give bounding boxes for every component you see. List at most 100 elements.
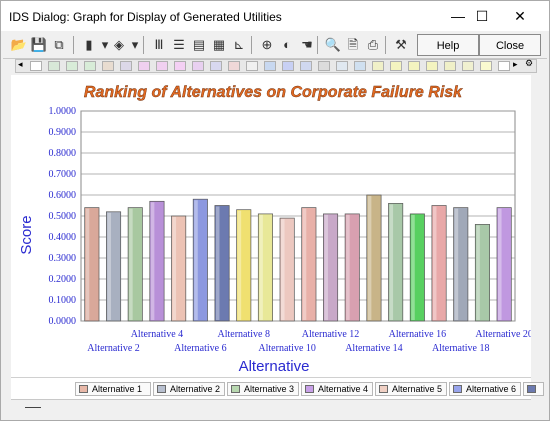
bar-highlight	[85, 208, 90, 320]
color-swatch[interactable]	[30, 61, 42, 71]
color-swatch[interactable]	[138, 61, 150, 71]
y-tick-label: 0.0000	[49, 316, 77, 327]
legend-swatch	[453, 385, 462, 393]
color-swatch[interactable]	[156, 61, 168, 71]
color-swatch[interactable]	[462, 61, 474, 71]
color-swatch[interactable]	[354, 61, 366, 71]
bar-highlight	[194, 200, 198, 320]
color-swatch[interactable]	[66, 61, 78, 71]
color-swatch[interactable]	[318, 61, 330, 71]
color-swatch[interactable]	[228, 61, 240, 71]
x-tick-label: Alternative 18	[432, 343, 489, 354]
axis-icon[interactable]: ⊾	[229, 35, 249, 55]
color-swatch[interactable]	[426, 61, 438, 71]
scroll-left-icon[interactable]: ◂	[18, 59, 23, 70]
bar-highlight	[280, 219, 285, 320]
color-swatch[interactable]	[300, 61, 312, 71]
y-tick-label: 0.9000	[49, 127, 77, 138]
color-swatch[interactable]	[372, 61, 384, 71]
color-swatch[interactable]	[120, 61, 132, 71]
chart-title: Ranking of Alternatives on Corporate Fai…	[84, 84, 463, 101]
chevron-down-icon[interactable]: ▾	[125, 35, 145, 55]
y-tick-label: 0.8000	[49, 148, 77, 159]
palette-settings-icon[interactable]: ⚙	[525, 58, 533, 69]
color-swatch[interactable]	[246, 61, 258, 71]
legend-swatch	[157, 385, 166, 393]
color-swatch[interactable]	[282, 61, 294, 71]
legend: Alternative 1 Alternative 2 Alternative 3 A…	[11, 377, 544, 400]
open-icon[interactable]: 📂	[9, 35, 29, 55]
legend-label: Alternative 3	[244, 384, 295, 394]
bar-highlight	[215, 206, 220, 320]
binoculars-icon[interactable]: ⊕	[257, 35, 277, 55]
legend-swatch	[79, 385, 88, 393]
legend-swatch	[379, 385, 388, 393]
color-swatch[interactable]	[210, 61, 222, 71]
bar-highlight	[107, 212, 111, 320]
close-button[interactable]: Close	[479, 34, 541, 56]
color-swatch[interactable]	[408, 61, 420, 71]
color-swatch[interactable]	[480, 61, 492, 71]
color-swatch[interactable]	[174, 61, 186, 71]
bar-highlight	[454, 208, 459, 320]
palette-icon[interactable]: ◐	[277, 35, 297, 55]
horizontal-lines-icon[interactable]: ☰	[169, 35, 189, 55]
color-swatch[interactable]	[264, 61, 276, 71]
grid-lines-icon[interactable]: Ⅲ	[149, 35, 169, 55]
color-swatch[interactable]	[498, 61, 510, 71]
color-swatch[interactable]	[390, 61, 402, 71]
x-axis-label: Alternative	[239, 358, 310, 375]
y-tick-label: 1.0000	[49, 106, 77, 117]
plot-area: 0.0000 0.1000 0.2000 0.3000 0.4000 0.5000 0.60…	[49, 106, 533, 354]
color-swatch[interactable]	[336, 61, 348, 71]
bar-highlight	[259, 214, 263, 320]
legend-item	[523, 382, 544, 396]
toolbar: 📂 💾 ⧉ ▮ ▾ ◈ ▾ Ⅲ ☰ ▤ ▦ ⊾ ⊕ ◐ ☚ 🔍 🗎 ⎙ ⚒ He…	[3, 32, 547, 59]
y-tick-label: 0.2000	[49, 274, 77, 285]
legend-item: Alternative 3	[227, 382, 299, 396]
print-preview-icon[interactable]: 🗎	[343, 35, 363, 55]
color-swatch[interactable]	[102, 61, 114, 71]
bar-highlight	[302, 208, 307, 320]
x-tick-label: Alternative 14	[345, 343, 402, 354]
print-icon[interactable]: ⎙	[363, 35, 383, 55]
hand-icon[interactable]: ☚	[297, 35, 317, 55]
toolbar-separator	[143, 36, 144, 54]
save-icon[interactable]: 💾	[29, 35, 49, 55]
legend-item: Alternative 5	[375, 382, 447, 396]
status-bar	[11, 399, 531, 416]
legend-item: Alternative 2	[153, 382, 225, 396]
toolbar-separator	[385, 36, 386, 54]
bar-highlight	[237, 210, 242, 320]
toolbar-separator	[73, 36, 74, 54]
bar-highlight	[389, 204, 394, 320]
color-swatch[interactable]	[84, 61, 96, 71]
legend-label: Alternative 6	[466, 384, 517, 394]
color-swatch[interactable]	[48, 61, 60, 71]
table-icon[interactable]: ▦	[209, 35, 229, 55]
copy-icon[interactable]: ⧉	[49, 35, 69, 55]
bar-highlight	[324, 214, 328, 320]
y-tick-label: 0.6000	[49, 190, 77, 201]
close-window-button[interactable]: ✕	[497, 1, 543, 31]
bar-highlight	[476, 225, 480, 320]
zoom-icon[interactable]: 🔍	[323, 35, 343, 55]
x-tick-label: Alternative 4	[131, 329, 183, 340]
scroll-right-icon[interactable]: ▸	[513, 59, 518, 70]
legend-label: Alternative 1	[92, 384, 143, 394]
help-button[interactable]: Help	[417, 34, 479, 56]
legend-label: Alternative 2	[170, 384, 221, 394]
bar-highlight	[497, 208, 502, 320]
legend-icon[interactable]: ▤	[189, 35, 209, 55]
legend-swatch	[527, 385, 536, 393]
color-swatch[interactable]	[192, 61, 204, 71]
title-bar: IDS Dialog: Graph for Display of Generat…	[1, 1, 549, 31]
bar-chart: Ranking of Alternatives on Corporate Fai…	[18, 84, 533, 375]
color-swatch[interactable]	[444, 61, 456, 71]
dialog-window: IDS Dialog: Graph for Display of Generat…	[0, 0, 550, 421]
bar-highlight	[411, 214, 415, 320]
x-tick-label: Alternative 12	[302, 329, 359, 340]
bar-highlight	[346, 214, 350, 320]
pin-icon[interactable]: ⚒	[391, 35, 411, 55]
legend-label: Alternative 5	[392, 384, 443, 394]
